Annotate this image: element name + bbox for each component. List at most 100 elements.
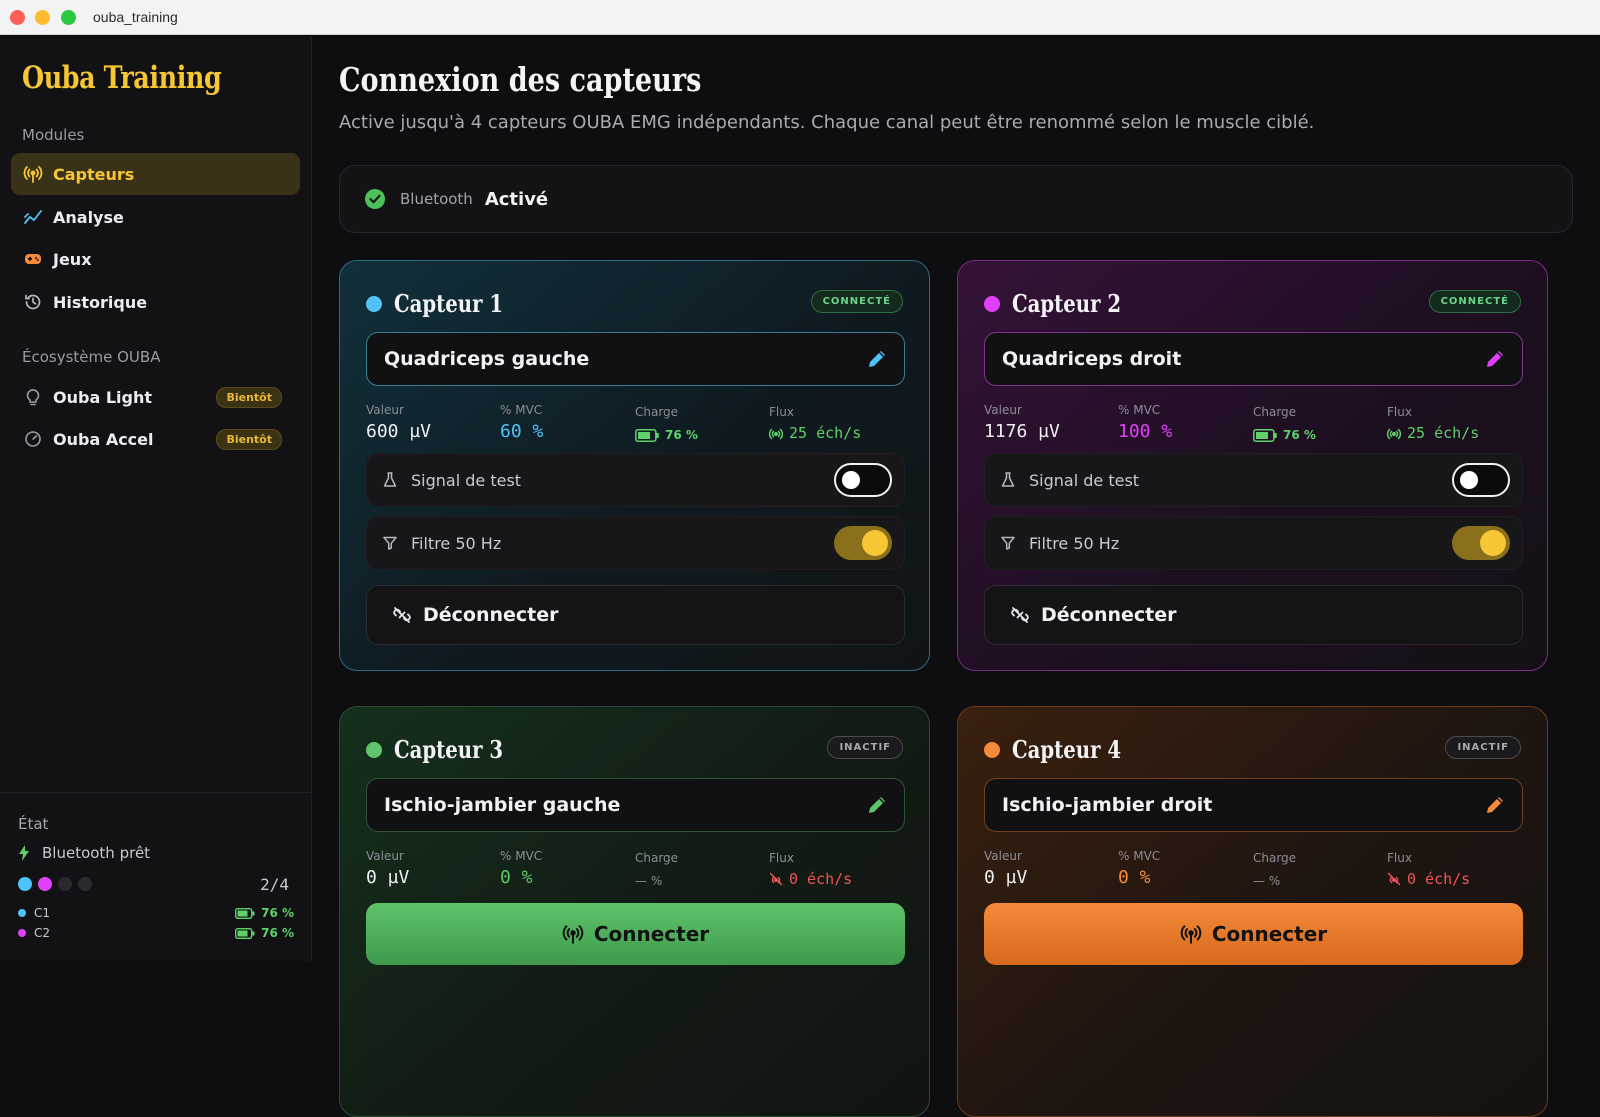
sensor-name-field[interactable]: Ischio-jambier gauche bbox=[366, 778, 905, 832]
status-badge: CONNECTÉ bbox=[1428, 290, 1521, 313]
metric-flux: Flux 25 éch/s bbox=[1387, 405, 1479, 442]
metric-label: Charge bbox=[635, 405, 679, 419]
sensor-name: Quadriceps gauche bbox=[384, 348, 590, 370]
filter-toggle[interactable] bbox=[834, 526, 892, 560]
sensor-header: Capteur 2 bbox=[984, 289, 1145, 318]
metric-label: Valeur bbox=[366, 403, 404, 417]
metric-number: 0 µV bbox=[984, 867, 1028, 888]
metric-label: Valeur bbox=[984, 849, 1022, 863]
sidebar-item-analyse[interactable]: Analyse bbox=[11, 196, 300, 238]
metric-label: % MVC bbox=[500, 403, 543, 417]
status-badge: INACTIF bbox=[1445, 736, 1521, 759]
bluetooth-label: Bluetooth bbox=[400, 190, 473, 208]
pencil-icon[interactable] bbox=[1484, 348, 1506, 370]
flux-text: 25 éch/s bbox=[1407, 424, 1480, 442]
test-signal-toggle[interactable] bbox=[834, 463, 892, 497]
pencil-icon[interactable] bbox=[866, 348, 888, 370]
unlink-icon bbox=[1011, 606, 1029, 624]
zoom-window-button[interactable] bbox=[61, 10, 76, 25]
channel-label: C2 bbox=[34, 926, 51, 940]
metric-number: 76 % bbox=[635, 428, 698, 442]
battery-text: 76 % bbox=[261, 926, 294, 940]
channel-indicators bbox=[18, 877, 92, 891]
app-brand: Ouba Training bbox=[22, 60, 222, 96]
channel-dot bbox=[18, 877, 32, 891]
sidebar-item-jeux[interactable]: Jeux bbox=[11, 238, 300, 280]
metric-number: 25 éch/s bbox=[769, 424, 861, 442]
signal-off-icon bbox=[1387, 872, 1401, 886]
filter-icon bbox=[1001, 535, 1017, 551]
metric-label: % MVC bbox=[1118, 403, 1161, 417]
sensor-name: Ischio-jambier droit bbox=[1002, 794, 1213, 816]
filter-toggle[interactable] bbox=[1452, 526, 1510, 560]
sensor-title: Capteur 4 bbox=[1012, 735, 1122, 764]
sidebar-item-capteurs[interactable]: Capteurs bbox=[11, 153, 300, 195]
flask-icon bbox=[1001, 472, 1017, 488]
lightning-icon bbox=[18, 845, 30, 861]
metric-label: % MVC bbox=[500, 849, 543, 863]
metric-flux: Flux 0 éch/s bbox=[769, 851, 852, 888]
metric-charge: Charge — % bbox=[635, 851, 678, 888]
sidebar-item-label: Ouba Accel bbox=[53, 429, 154, 449]
battery-text: 76 % bbox=[665, 428, 698, 442]
coming-soon-badge: Bientôt bbox=[216, 429, 282, 450]
sensor-title: Capteur 2 bbox=[1012, 289, 1122, 318]
metric-label: Valeur bbox=[366, 849, 404, 863]
ecosystem-label: Écosystème OUBA bbox=[22, 348, 161, 366]
metric-number: 76 % bbox=[1253, 428, 1316, 442]
button-label: Déconnecter bbox=[423, 604, 559, 626]
battery-level: 76 % bbox=[235, 926, 294, 940]
flux-text: 25 éch/s bbox=[789, 424, 862, 442]
sensor-color-dot bbox=[984, 295, 1000, 312]
metric-number: 0 éch/s bbox=[769, 870, 852, 888]
disconnect-button[interactable]: Déconnecter bbox=[366, 585, 905, 645]
battery-icon bbox=[635, 428, 659, 442]
metric-label: Charge bbox=[1253, 851, 1297, 865]
connect-button[interactable]: Connecter bbox=[984, 903, 1523, 965]
modules-label: Modules bbox=[22, 126, 85, 144]
test-signal-row: Signal de test bbox=[984, 453, 1523, 507]
channel-dot bbox=[18, 929, 26, 937]
metric-number: 100 % bbox=[1118, 421, 1173, 442]
sensor-color-dot bbox=[366, 741, 382, 758]
gamepad-icon bbox=[23, 249, 43, 269]
sensor-color-dot bbox=[366, 295, 382, 312]
sidebar-item-ouba-accel[interactable]: Ouba Accel Bientôt bbox=[11, 418, 300, 460]
sensor-title: Capteur 1 bbox=[394, 289, 504, 318]
bluetooth-status-text: Bluetooth prêt bbox=[42, 844, 151, 862]
minimize-window-button[interactable] bbox=[35, 10, 50, 25]
metric-flux: Flux 25 éch/s bbox=[769, 405, 861, 442]
filter-row: Filtre 50 Hz bbox=[366, 516, 905, 570]
metric-number: 600 µV bbox=[366, 421, 432, 442]
channel-row: C1 76 % bbox=[18, 906, 294, 920]
sensor-name-field[interactable]: Ischio-jambier droit bbox=[984, 778, 1523, 832]
metric-number: 0 % bbox=[500, 867, 533, 888]
metric-number: — % bbox=[1253, 874, 1281, 888]
metric-label: Valeur bbox=[984, 403, 1022, 417]
metric-mvc: % MVC 0 % bbox=[500, 849, 542, 888]
sensor-header: Capteur 3 bbox=[366, 735, 527, 764]
disconnect-button[interactable]: Déconnecter bbox=[984, 585, 1523, 645]
sidebar-item-label: Capteurs bbox=[53, 164, 135, 184]
sensor-color-dot bbox=[984, 741, 1000, 758]
bluetooth-status-bar: Bluetooth Activé bbox=[339, 165, 1573, 233]
sensor-card-3: Capteur 3 INACTIF Ischio-jambier gauche … bbox=[339, 706, 930, 1117]
unlink-icon bbox=[393, 606, 411, 624]
test-signal-toggle[interactable] bbox=[1452, 463, 1510, 497]
close-window-button[interactable] bbox=[10, 10, 25, 25]
battery-icon bbox=[235, 927, 255, 939]
button-label: Connecter bbox=[1211, 922, 1328, 946]
connect-button[interactable]: Connecter bbox=[366, 903, 905, 965]
page-subtitle: Active jusqu'à 4 capteurs OUBA EMG indép… bbox=[339, 112, 1315, 133]
test-signal-row: Signal de test bbox=[366, 453, 905, 507]
sensor-name-field[interactable]: Quadriceps droit bbox=[984, 332, 1523, 386]
pencil-icon[interactable] bbox=[1484, 794, 1506, 816]
signal-icon bbox=[1387, 428, 1401, 440]
pencil-icon[interactable] bbox=[866, 794, 888, 816]
sensor-name-field[interactable]: Quadriceps gauche bbox=[366, 332, 905, 386]
sensor-header: Capteur 1 bbox=[366, 289, 527, 318]
metric-flux: Flux 0 éch/s bbox=[1387, 851, 1470, 888]
sidebar-item-historique[interactable]: Historique bbox=[11, 281, 300, 323]
sidebar-item-ouba-light[interactable]: Ouba Light Bientôt bbox=[11, 376, 300, 418]
metric-mvc: % MVC 100 % bbox=[1118, 403, 1172, 442]
